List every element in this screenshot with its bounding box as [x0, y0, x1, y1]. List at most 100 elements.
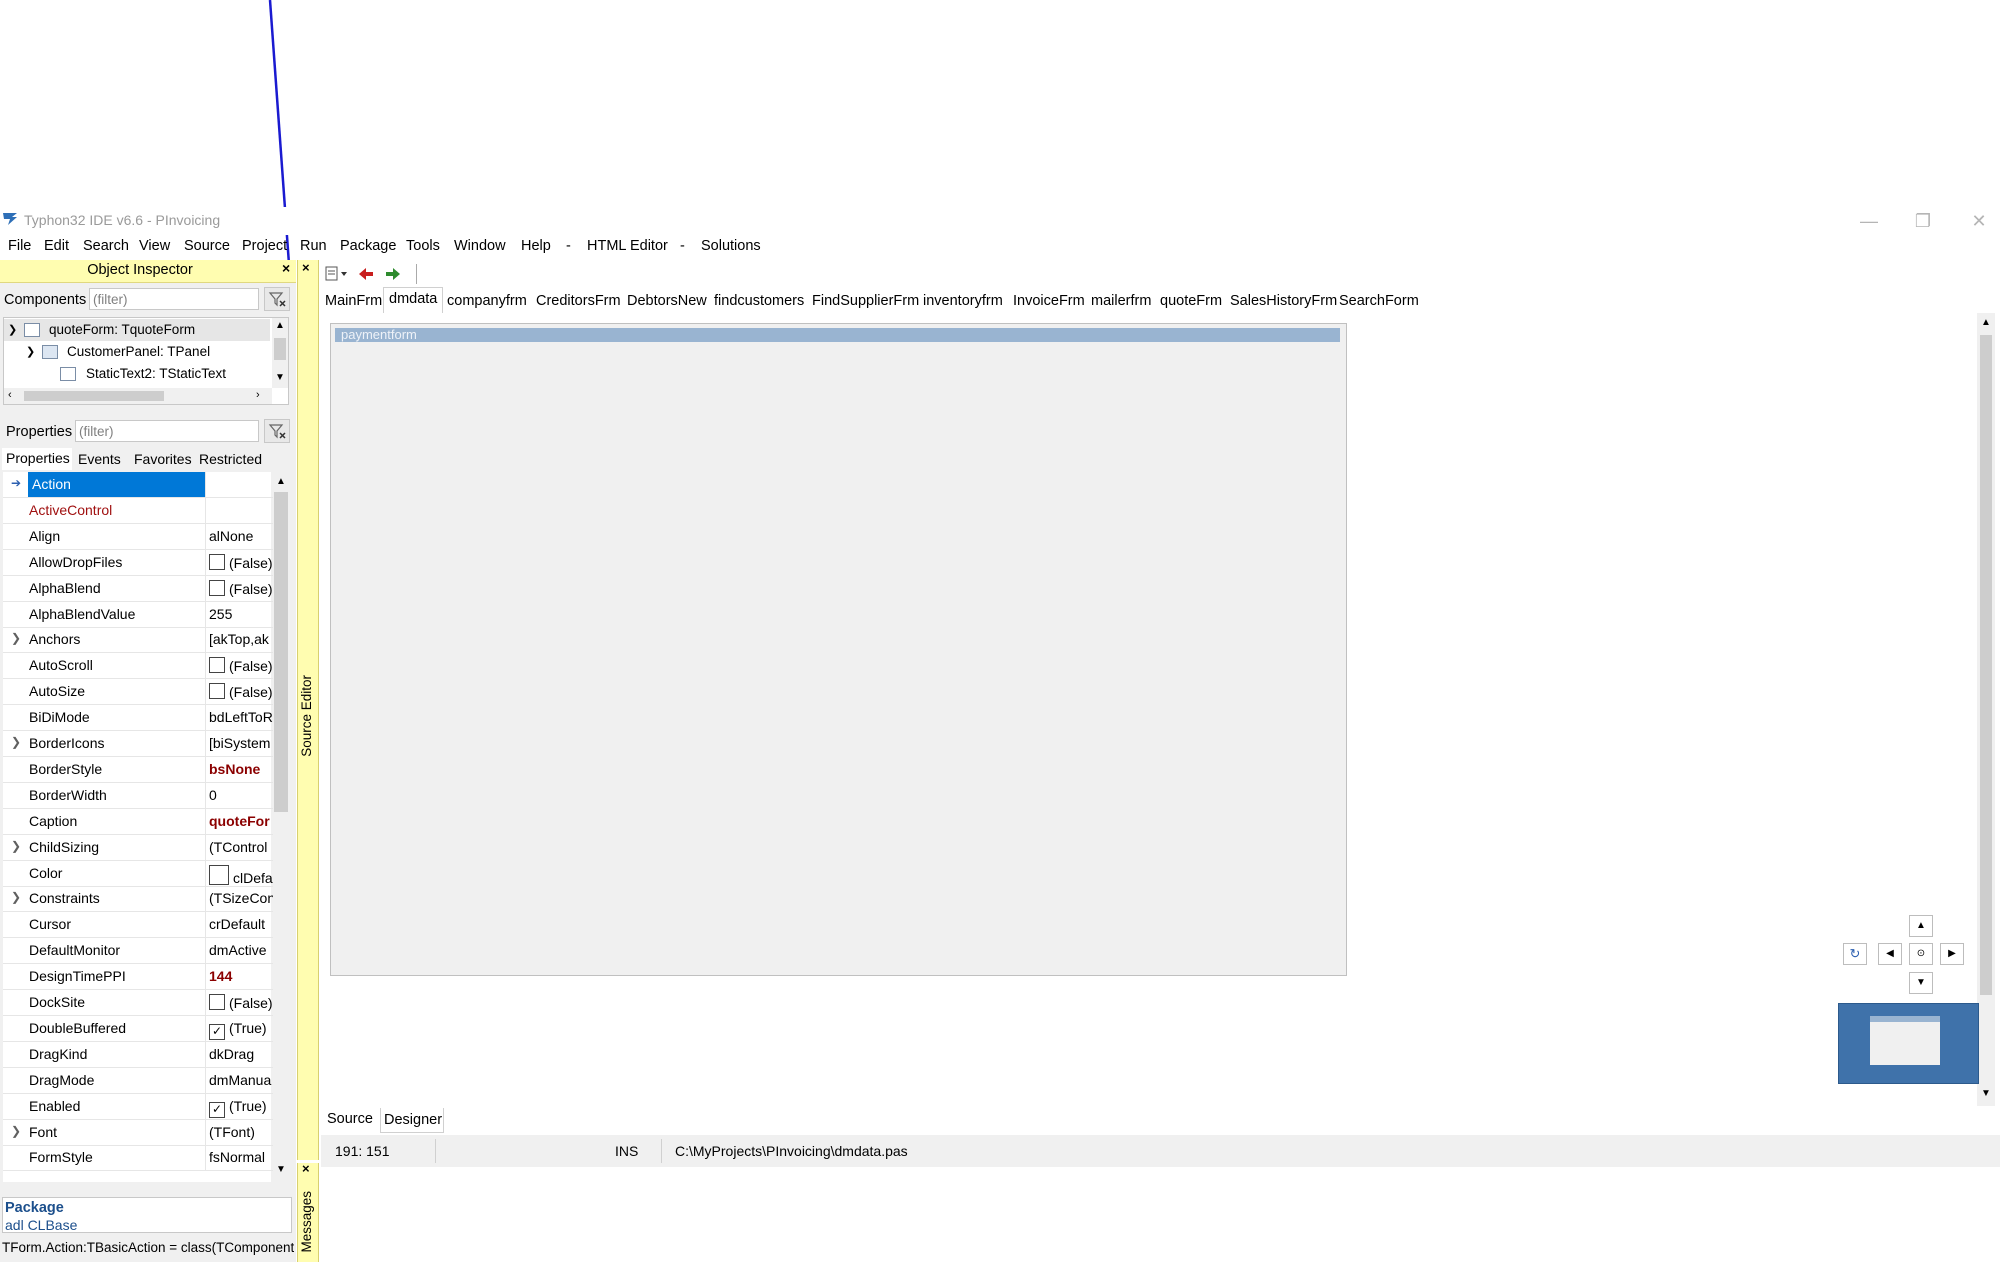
scroll-up-icon[interactable]: ▲: [276, 476, 286, 487]
property-value[interactable]: (TFont): [209, 1124, 273, 1140]
property-row[interactable]: AllowDropFiles (False): [3, 549, 273, 576]
tab-dmdata[interactable]: dmdata: [389, 291, 437, 307]
scroll-down-icon[interactable]: ▼: [275, 372, 285, 383]
checkbox-icon[interactable]: [209, 683, 225, 700]
source-editor-label[interactable]: Source Editor: [299, 675, 314, 757]
property-row[interactable]: DefaultMonitor dmActive: [3, 938, 273, 965]
tab-quotefrm[interactable]: quoteFrm: [1160, 293, 1222, 309]
property-row[interactable]: DockSite (False): [3, 990, 273, 1016]
property-row[interactable]: AlphaBlendValue 255: [3, 601, 273, 628]
property-value[interactable]: 144: [209, 968, 273, 984]
property-value[interactable]: (TSizeCon: [209, 890, 273, 906]
property-value[interactable]: ✓ (True): [209, 1098, 273, 1118]
scroll-up-icon[interactable]: ▲: [275, 320, 285, 331]
property-row[interactable]: ❯ ChildSizing (TControl: [3, 834, 273, 861]
scroll-right-icon[interactable]: ›: [256, 389, 260, 401]
chevron-down-icon[interactable]: ❯: [8, 319, 17, 341]
property-value[interactable]: (False): [209, 657, 273, 674]
checkbox-icon[interactable]: [209, 994, 225, 1010]
property-vscrollbar[interactable]: ▲ ▼: [271, 472, 291, 1182]
menu-package[interactable]: Package: [340, 238, 396, 254]
restore-button[interactable]: ❐: [1900, 207, 1946, 235]
menu-help[interactable]: Help: [521, 238, 551, 254]
property-value[interactable]: dmManua: [209, 1072, 273, 1088]
menu-solutions[interactable]: Solutions: [701, 238, 761, 254]
property-row[interactable]: ➔Action⌄: [3, 472, 273, 498]
menu-edit[interactable]: Edit: [44, 238, 69, 254]
tab-source[interactable]: Source: [327, 1111, 373, 1127]
nav-center-button[interactable]: ⊙: [1909, 943, 1933, 965]
tree-item[interactable]: ❯ CustomerPanel: TPanel: [4, 341, 270, 363]
property-row[interactable]: BorderWidth 0: [3, 782, 273, 809]
messages-dock-strip[interactable]: × Messages: [297, 1161, 319, 1262]
property-value[interactable]: 255: [209, 606, 273, 622]
minimize-button[interactable]: —: [1846, 207, 1892, 235]
form-thumbnail-preview[interactable]: [1838, 1003, 1979, 1084]
tab-searchform[interactable]: SearchForm: [1339, 293, 1419, 309]
property-row[interactable]: ❯ Constraints (TSizeCon: [3, 886, 273, 913]
property-value[interactable]: crDefault: [209, 916, 273, 932]
nav-right-button[interactable]: ▶: [1940, 943, 1964, 965]
jump-list-icon[interactable]: [324, 265, 352, 283]
tree-item[interactable]: ❯ quoteForm: TquoteForm: [4, 319, 270, 341]
chevron-down-icon[interactable]: ❯: [26, 341, 35, 363]
property-value[interactable]: quoteFor: [209, 813, 273, 829]
property-value[interactable]: (False): [209, 994, 273, 1011]
property-row[interactable]: ActiveControl: [3, 497, 273, 524]
expand-chevron-icon[interactable]: ❯: [11, 839, 21, 853]
property-value[interactable]: (False): [209, 579, 273, 597]
property-value[interactable]: alNone: [209, 528, 273, 544]
property-value[interactable]: [akTop,ak: [209, 631, 273, 647]
property-value[interactable]: ✓ (True): [209, 1020, 273, 1040]
tab-favorites[interactable]: Favorites: [134, 451, 192, 467]
property-row[interactable]: BiDiMode bdLeftToR: [3, 705, 273, 732]
property-row[interactable]: Align alNone: [3, 523, 273, 550]
property-row[interactable]: Enabled ✓ (True): [3, 1093, 273, 1120]
property-row[interactable]: ❯ Anchors [akTop,ak: [3, 627, 273, 654]
property-value[interactable]: dmActive: [209, 942, 273, 958]
checkbox-icon[interactable]: [209, 657, 225, 674]
property-row[interactable]: Color clDefa: [3, 860, 273, 887]
checkbox-icon[interactable]: [209, 553, 225, 570]
property-row[interactable]: Caption quoteFor: [3, 808, 273, 835]
tab-invoicefrm[interactable]: InvoiceFrm: [1013, 293, 1085, 309]
property-value[interactable]: dkDrag: [209, 1046, 273, 1062]
tab-debtorsnew[interactable]: DebtorsNew: [627, 293, 707, 309]
property-row[interactable]: AutoSize (False): [3, 679, 273, 706]
property-row[interactable]: DragMode dmManua: [3, 1067, 273, 1094]
checkbox-checked-icon[interactable]: ✓: [209, 1101, 225, 1118]
property-row[interactable]: AutoScroll (False): [3, 653, 273, 680]
tree-vscrollbar[interactable]: ▲ ▼: [272, 318, 288, 388]
menu-tools[interactable]: Tools: [406, 238, 440, 254]
close-button[interactable]: ✕: [1956, 207, 2000, 235]
property-value[interactable]: clDefa: [209, 864, 273, 886]
scroll-down-icon[interactable]: ▼: [276, 1164, 286, 1175]
menu-window[interactable]: Window: [454, 238, 506, 254]
tab-designer[interactable]: Designer: [384, 1112, 442, 1128]
menu-html-editor[interactable]: HTML Editor: [587, 238, 668, 254]
expand-chevron-icon[interactable]: ❯: [11, 1124, 21, 1138]
property-row[interactable]: DragKind dkDrag: [3, 1041, 273, 1068]
components-filter-input[interactable]: (filter): [89, 288, 259, 310]
checkbox-checked-icon[interactable]: ✓: [209, 1023, 225, 1040]
tab-properties[interactable]: Properties: [6, 450, 70, 466]
form-designer[interactable]: paymentform ▲ ▼ ▲ ↻ ◀ ⊙ ▶ ▼: [321, 313, 1995, 1106]
property-value[interactable]: fsNormal: [209, 1149, 273, 1165]
scroll-thumb[interactable]: [1980, 335, 1992, 995]
expand-chevron-icon[interactable]: ❯: [11, 890, 21, 904]
menu-view[interactable]: View: [139, 238, 170, 254]
scroll-thumb[interactable]: [274, 338, 286, 360]
expand-chevron-icon[interactable]: ❯: [11, 631, 21, 645]
scroll-up-icon[interactable]: ▲: [1981, 317, 1991, 328]
designer-vscrollbar[interactable]: ▲ ▼: [1977, 313, 1995, 1106]
expand-chevron-icon[interactable]: ❯: [11, 735, 21, 749]
tab-findcustomers[interactable]: findcustomers: [714, 293, 804, 309]
nav-up-button[interactable]: ▲: [1909, 915, 1933, 937]
property-row[interactable]: FormStyle fsNormal: [3, 1145, 273, 1172]
menu-file[interactable]: File: [8, 238, 31, 254]
tab-mailerfrm[interactable]: mailerfrm: [1091, 293, 1151, 309]
property-row[interactable]: Cursor crDefault: [3, 912, 273, 939]
close-icon[interactable]: ×: [302, 1161, 310, 1176]
source-editor-dock-strip[interactable]: × Source Editor: [297, 260, 319, 1160]
property-row[interactable]: BorderStyle bsNone: [3, 756, 273, 783]
